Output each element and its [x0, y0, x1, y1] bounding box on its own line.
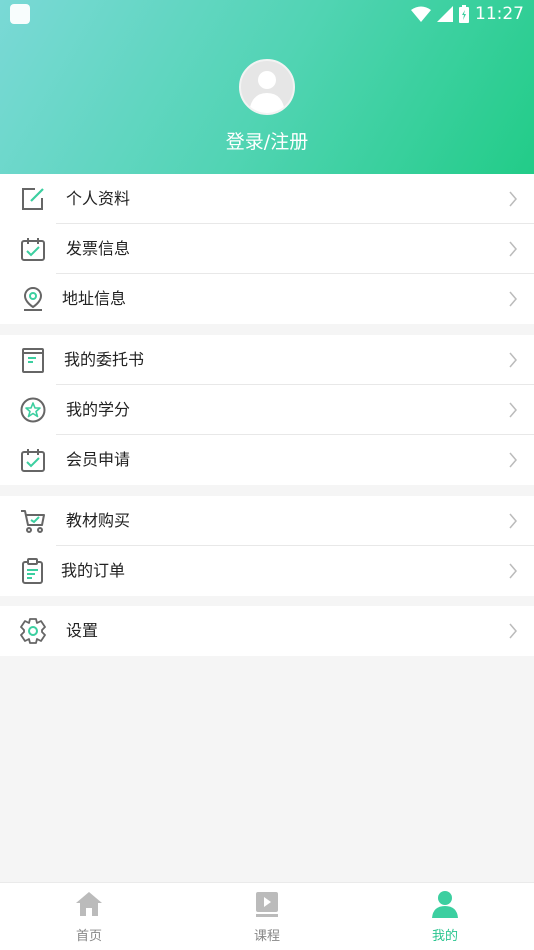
menu-group-shopping: 教材购买 我的订单 — [0, 496, 534, 596]
gear-icon — [20, 618, 46, 644]
chevron-right-icon — [509, 623, 517, 639]
cart-icon — [21, 510, 45, 533]
calendar-check-icon — [21, 238, 45, 261]
person-icon — [432, 891, 458, 918]
status-bar: 11:27 — [0, 0, 534, 28]
menu-group-account: 个人资料 发票信息 地址信息 — [0, 174, 534, 324]
course-video-icon — [256, 892, 278, 917]
chevron-right-icon — [509, 563, 517, 579]
menu-item-credits[interactable]: 我的学分 — [0, 385, 534, 435]
tab-home[interactable]: 首页 — [0, 883, 178, 950]
chevron-right-icon — [509, 241, 517, 257]
calendar-check-icon — [21, 449, 45, 472]
menu-item-invoice[interactable]: 发票信息 — [0, 224, 534, 274]
clipboard-icon — [22, 558, 43, 584]
login-register-link[interactable]: 登录/注册 — [0, 127, 534, 154]
menu-item-textbook-purchase[interactable]: 教材购买 — [0, 496, 534, 546]
default-avatar-icon — [249, 71, 285, 113]
document-icon — [22, 348, 44, 373]
location-pin-icon — [23, 286, 43, 311]
menu-item-label: 发票信息 — [66, 239, 131, 258]
home-icon — [76, 892, 102, 916]
star-badge-icon — [20, 397, 46, 423]
status-time: 11:27 — [475, 4, 524, 24]
menu-item-label: 会员申请 — [66, 450, 131, 469]
tab-label: 课程 — [253, 929, 280, 944]
menu-group-study: 我的委托书 我的学分 会员申请 — [0, 335, 534, 485]
menu-item-address[interactable]: 地址信息 — [0, 274, 534, 324]
menu-group-settings: 设置 — [0, 606, 534, 656]
menu-item-label: 我的学分 — [66, 400, 131, 419]
chevron-right-icon — [509, 402, 517, 418]
chevron-right-icon — [509, 513, 517, 529]
menu-item-my-orders[interactable]: 我的订单 — [0, 546, 534, 596]
menu-item-label: 个人资料 — [66, 189, 131, 208]
app-notification-icon — [10, 4, 30, 24]
chevron-right-icon — [509, 191, 517, 207]
wifi-icon — [411, 6, 431, 22]
menu-item-label: 地址信息 — [62, 289, 127, 308]
menu-item-label: 我的订单 — [61, 561, 126, 580]
profile-header: 11:27 登录/注册 — [0, 0, 534, 174]
chevron-right-icon — [509, 452, 517, 468]
menu-item-profile[interactable]: 个人资料 — [0, 174, 534, 224]
signal-icon — [437, 6, 453, 22]
chevron-right-icon — [509, 291, 517, 307]
bottom-tab-bar: 首页 课程 我的 — [0, 882, 534, 950]
battery-icon — [459, 5, 469, 23]
menu-item-label: 设置 — [66, 621, 99, 640]
avatar[interactable] — [239, 59, 295, 115]
menu-item-label: 我的委托书 — [64, 350, 145, 369]
menu-item-authorization[interactable]: 我的委托书 — [0, 335, 534, 385]
menu-item-membership[interactable]: 会员申请 — [0, 435, 534, 485]
menu-item-settings[interactable]: 设置 — [0, 606, 534, 656]
tab-label: 首页 — [75, 929, 102, 944]
tab-courses[interactable]: 课程 — [178, 883, 356, 950]
tab-mine[interactable]: 我的 — [356, 883, 534, 950]
tab-label: 我的 — [431, 929, 458, 944]
edit-icon — [22, 188, 44, 210]
menu-item-label: 教材购买 — [66, 511, 131, 530]
chevron-right-icon — [509, 352, 517, 368]
